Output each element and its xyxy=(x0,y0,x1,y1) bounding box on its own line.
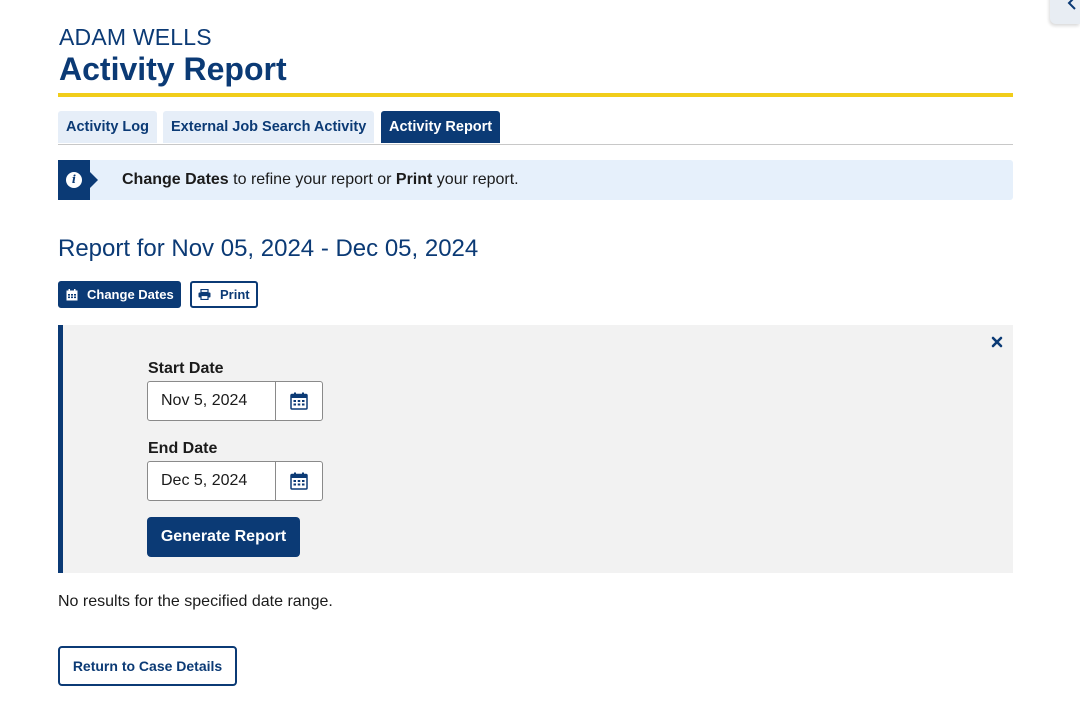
no-results-message: No results for the specified date range. xyxy=(58,593,333,610)
start-date-calendar-button[interactable] xyxy=(275,382,322,420)
info-alert: i Change Dates to refine your report or … xyxy=(58,160,1013,200)
end-date-label: End Date xyxy=(148,440,218,457)
end-date-input[interactable] xyxy=(148,462,275,500)
alert-message: Change Dates to refine your report or Pr… xyxy=(122,171,519,189)
side-panel-toggle[interactable] xyxy=(1050,0,1080,24)
start-date-label: Start Date xyxy=(148,360,224,377)
generate-report-button[interactable]: Generate Report xyxy=(147,517,300,557)
print-button[interactable]: Print xyxy=(190,281,258,308)
calendar-icon xyxy=(290,472,308,490)
start-date-group xyxy=(147,381,323,421)
title-divider xyxy=(58,93,1013,97)
report-heading: Report for Nov 05, 2024 - Dec 05, 2024 xyxy=(58,235,479,262)
chevron-left-icon xyxy=(1067,0,1076,10)
start-date-input[interactable] xyxy=(148,382,275,420)
page-title: Activity Report xyxy=(59,51,287,87)
user-name: ADAM WELLS xyxy=(59,24,212,50)
close-panel-button[interactable] xyxy=(991,335,1003,353)
print-label: Print xyxy=(220,287,250,302)
alert-strong-change-dates: Change Dates xyxy=(122,171,229,188)
return-to-case-details-button[interactable]: Return to Case Details xyxy=(58,646,237,686)
info-icon: i xyxy=(66,172,82,188)
change-dates-button[interactable]: Change Dates xyxy=(58,281,181,308)
tab-bar: Activity Log External Job Search Activit… xyxy=(58,111,1013,145)
tab-activity-report[interactable]: Activity Report xyxy=(381,111,501,143)
alert-strong-print: Print xyxy=(395,171,433,188)
alert-text-1: to refine your report or xyxy=(228,171,396,188)
calendar-icon xyxy=(290,392,308,410)
change-dates-label: Change Dates xyxy=(87,287,174,302)
alert-text-2: your report. xyxy=(432,171,519,188)
print-icon xyxy=(198,289,211,300)
end-date-calendar-button[interactable] xyxy=(275,462,322,500)
end-date-group xyxy=(147,461,323,501)
date-range-panel: Start Date End Date xyxy=(58,325,1013,573)
calendar-icon xyxy=(66,288,78,300)
tab-external-job-search-activity[interactable]: External Job Search Activity xyxy=(163,111,375,143)
close-icon xyxy=(991,336,1003,348)
alert-flag: i xyxy=(58,160,98,200)
tab-activity-log[interactable]: Activity Log xyxy=(58,111,157,143)
